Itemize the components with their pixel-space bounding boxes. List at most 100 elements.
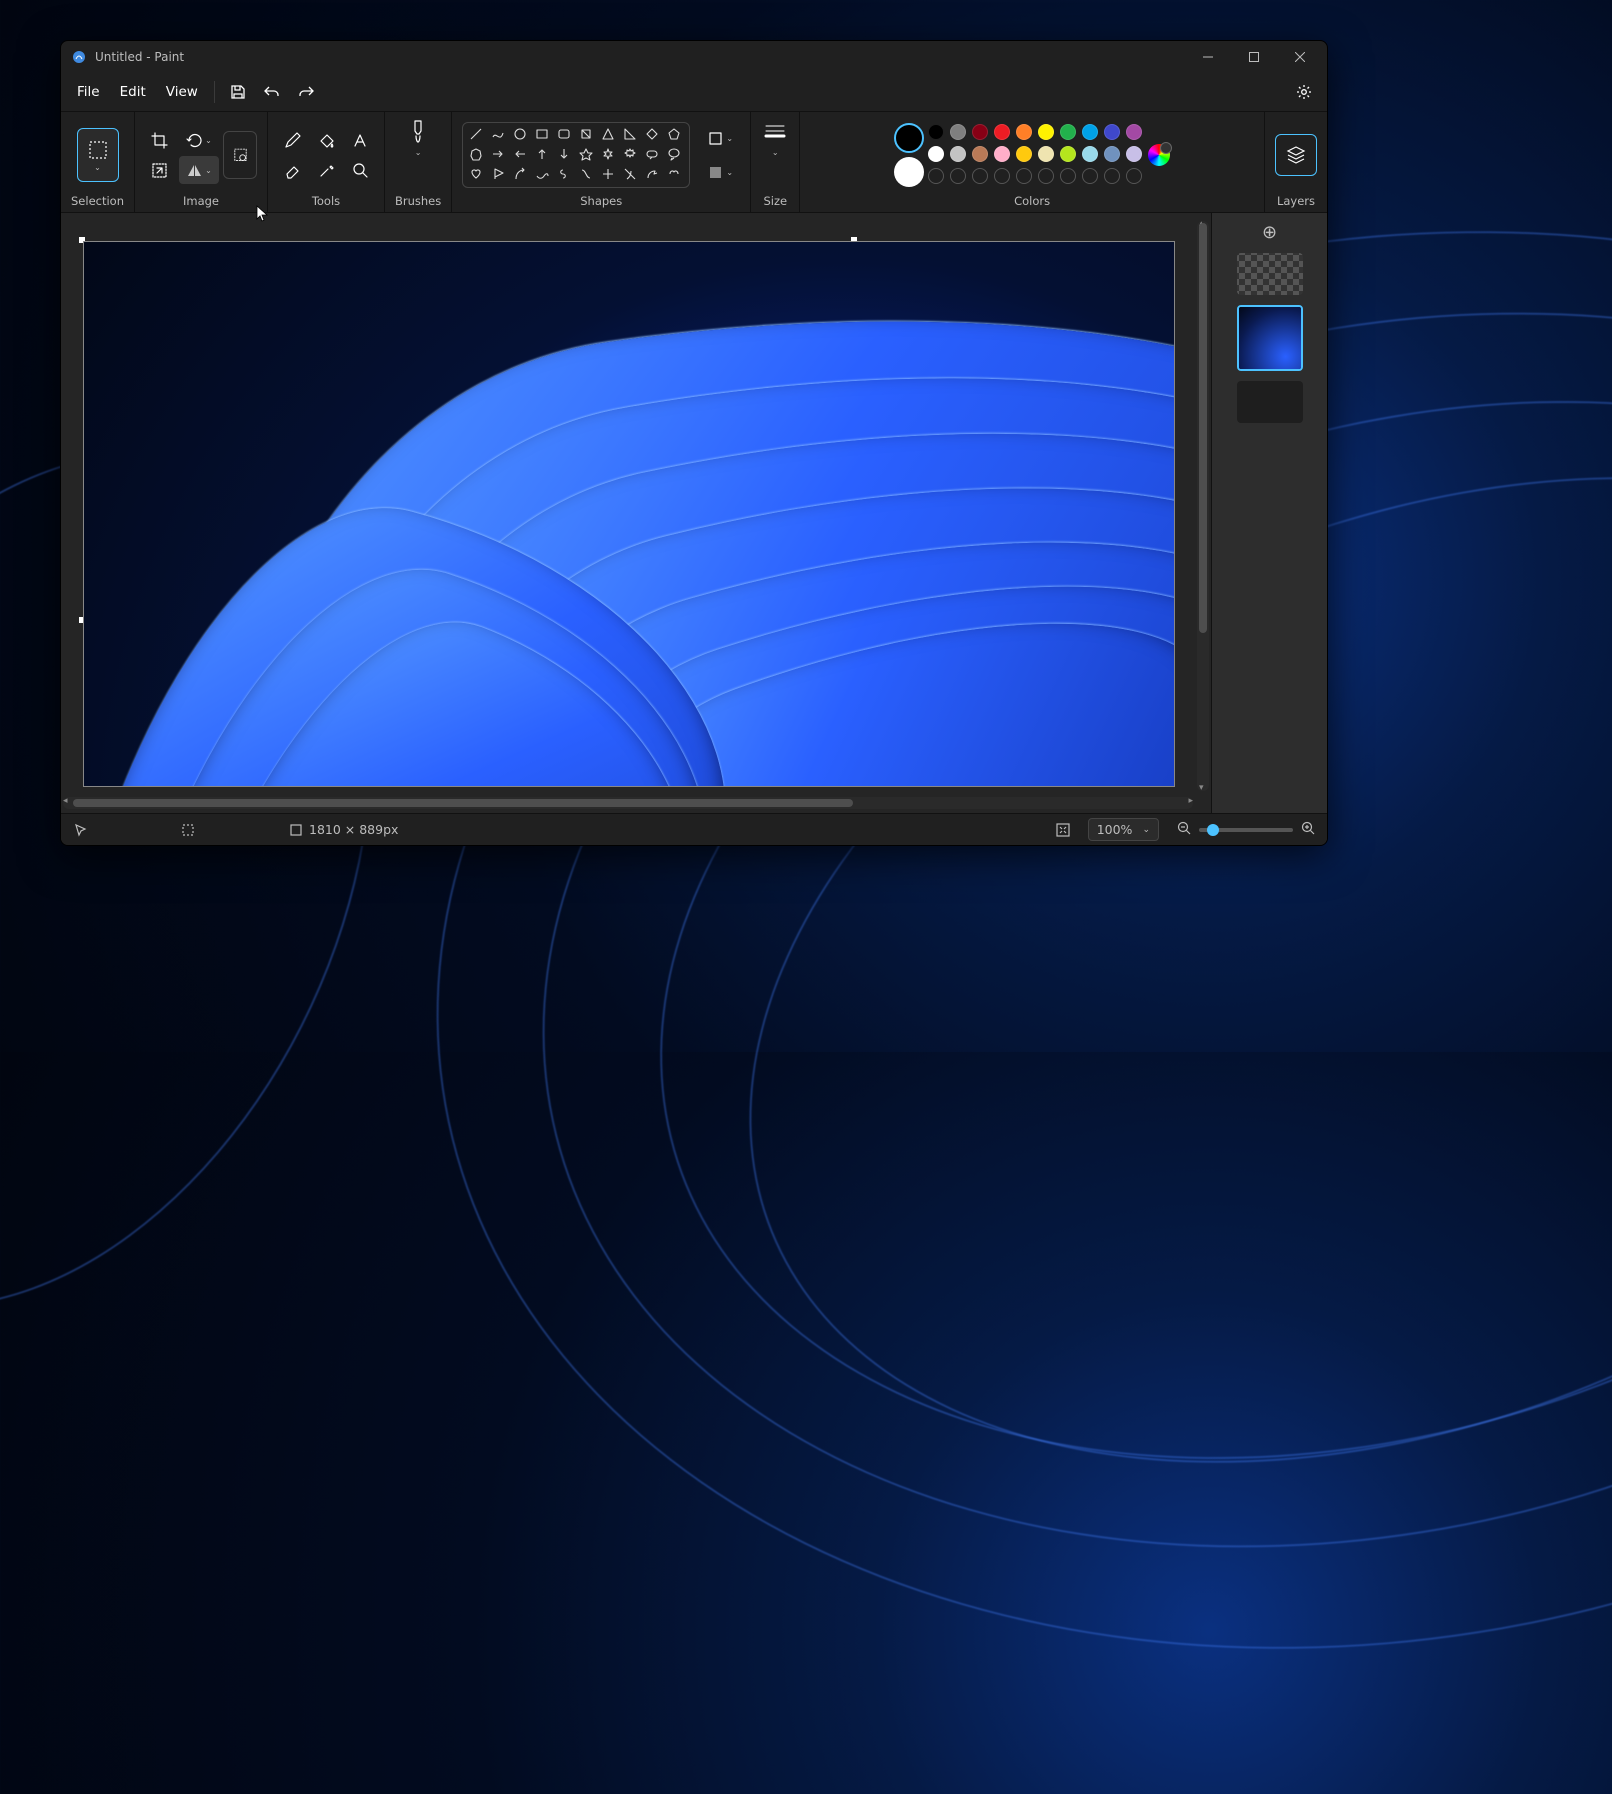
color-swatch[interactable] xyxy=(1126,146,1142,162)
color-swatch-empty[interactable] xyxy=(1038,168,1054,184)
color-swatch-empty[interactable] xyxy=(972,168,988,184)
shape-outline-dropdown[interactable]: ⌄ xyxy=(700,124,740,152)
eraser-tool-icon[interactable] xyxy=(278,156,306,184)
zoom-in-icon[interactable] xyxy=(1301,821,1315,838)
color-2-swatch[interactable] xyxy=(894,157,924,187)
color-swatch-empty[interactable] xyxy=(1126,168,1142,184)
ribbon-label-colors: Colors xyxy=(1014,194,1050,208)
canvas[interactable] xyxy=(83,241,1175,787)
menu-file[interactable]: File xyxy=(67,78,110,106)
color-swatch[interactable] xyxy=(994,124,1010,140)
paint-window: Untitled - Paint File Edit View ⌄ Select… xyxy=(60,40,1328,846)
rotate-dropdown[interactable]: ⌄ xyxy=(179,126,219,154)
color-swatch-empty[interactable] xyxy=(928,168,944,184)
canvas-size: 1810 × 889px xyxy=(289,822,398,837)
settings-icon[interactable] xyxy=(1287,77,1321,107)
ribbon-label-shapes: Shapes xyxy=(580,194,622,208)
color-swatch[interactable] xyxy=(950,124,966,140)
edit-colors-icon[interactable] xyxy=(1148,144,1170,166)
pencil-tool-icon[interactable] xyxy=(278,126,306,154)
color-swatch[interactable] xyxy=(1082,124,1098,140)
menu-edit[interactable]: Edit xyxy=(110,78,156,106)
picker-tool-icon[interactable] xyxy=(312,156,340,184)
fit-to-window-icon[interactable] xyxy=(1056,823,1070,837)
color-swatch-empty[interactable] xyxy=(950,168,966,184)
shapes-gallery[interactable] xyxy=(462,122,690,188)
flip-dropdown[interactable]: ⌄ xyxy=(179,156,219,184)
add-layer-icon[interactable]: ⊕ xyxy=(1259,221,1281,243)
ribbon-group-image: ⌄ ⌄ Image xyxy=(135,112,268,212)
color-swatch-empty[interactable] xyxy=(994,168,1010,184)
ribbon-group-layers: Layers xyxy=(1265,112,1327,212)
color-swatch[interactable] xyxy=(1104,124,1120,140)
fill-tool-icon[interactable] xyxy=(312,126,340,154)
minimize-button[interactable] xyxy=(1185,41,1231,73)
layers-panel: ⊕ xyxy=(1211,213,1327,813)
shape-fill-dropdown[interactable]: ⌄ xyxy=(700,158,740,186)
size-dropdown[interactable] xyxy=(761,118,789,146)
statusbar: 1810 × 889px 100%⌄ xyxy=(61,813,1327,845)
scrollbar-thumb[interactable] xyxy=(1199,223,1207,633)
zoom-dropdown[interactable]: 100%⌄ xyxy=(1088,818,1159,841)
color-swatch[interactable] xyxy=(972,124,988,140)
layer-thumb[interactable] xyxy=(1237,381,1303,423)
color-swatch[interactable] xyxy=(1126,124,1142,140)
layer-thumb[interactable] xyxy=(1237,253,1303,295)
text-tool-icon[interactable] xyxy=(346,126,374,154)
canvas-viewport[interactable] xyxy=(61,213,1211,813)
remove-background-icon[interactable] xyxy=(223,131,257,179)
color-swatch[interactable] xyxy=(1104,146,1120,162)
maximize-button[interactable] xyxy=(1231,41,1277,73)
window-title: Untitled - Paint xyxy=(95,50,184,64)
zoom-out-icon[interactable] xyxy=(1177,821,1191,838)
color-swatch[interactable] xyxy=(994,146,1010,162)
redo-icon[interactable] xyxy=(289,77,323,107)
color-swatch[interactable] xyxy=(928,124,944,140)
ribbon-group-shapes: ⌄ ⌄ Shapes xyxy=(452,112,751,212)
undo-icon[interactable] xyxy=(255,77,289,107)
crop-icon[interactable] xyxy=(145,126,173,154)
color-swatch-empty[interactable] xyxy=(1016,168,1032,184)
scrollbar-thumb[interactable] xyxy=(73,799,853,807)
ribbon-group-colors: Colors xyxy=(800,112,1265,212)
cursor-position xyxy=(73,823,163,837)
chevron-down-icon: ⌄ xyxy=(94,163,101,172)
save-icon[interactable] xyxy=(221,77,255,107)
chevron-down-icon[interactable]: ⌄ xyxy=(415,148,422,157)
ribbon: ⌄ Selection ⌄ ⌄ Image xyxy=(61,111,1327,213)
color-swatch[interactable] xyxy=(1016,124,1032,140)
color-swatch-empty[interactable] xyxy=(1082,168,1098,184)
layer-thumb[interactable] xyxy=(1237,305,1303,371)
ribbon-group-brushes: ⌄ Brushes xyxy=(385,112,452,212)
color-swatch-empty[interactable] xyxy=(1060,168,1076,184)
color-swatch[interactable] xyxy=(1082,146,1098,162)
menubar: File Edit View xyxy=(61,73,1327,111)
color-swatch-empty[interactable] xyxy=(1104,168,1120,184)
color-swatch[interactable] xyxy=(1060,146,1076,162)
color-swatch[interactable] xyxy=(1016,146,1032,162)
color-swatch[interactable] xyxy=(1038,146,1054,162)
ribbon-label-size: Size xyxy=(763,194,787,208)
color-1-swatch[interactable] xyxy=(894,123,924,153)
layers-toggle-icon[interactable] xyxy=(1275,134,1317,176)
resize-icon[interactable] xyxy=(145,156,173,184)
ribbon-group-size: ⌄ Size xyxy=(751,112,800,212)
color-swatch[interactable] xyxy=(928,146,944,162)
close-button[interactable] xyxy=(1277,41,1323,73)
ribbon-label-image: Image xyxy=(183,194,219,208)
titlebar[interactable]: Untitled - Paint xyxy=(61,41,1327,73)
work-area: ⊕ xyxy=(61,213,1327,813)
color-swatch[interactable] xyxy=(972,146,988,162)
selection-tool[interactable]: ⌄ xyxy=(77,128,119,182)
vertical-scrollbar[interactable] xyxy=(1197,221,1209,791)
brush-tool-icon[interactable] xyxy=(404,118,432,146)
chevron-down-icon[interactable]: ⌄ xyxy=(772,148,779,157)
color-swatch[interactable] xyxy=(1060,124,1076,140)
magnifier-tool-icon[interactable] xyxy=(346,156,374,184)
selection-size xyxy=(181,823,271,837)
horizontal-scrollbar[interactable] xyxy=(63,797,1193,809)
color-swatch[interactable] xyxy=(1038,124,1054,140)
zoom-slider[interactable] xyxy=(1199,828,1293,832)
color-swatch[interactable] xyxy=(950,146,966,162)
menu-view[interactable]: View xyxy=(156,78,208,106)
